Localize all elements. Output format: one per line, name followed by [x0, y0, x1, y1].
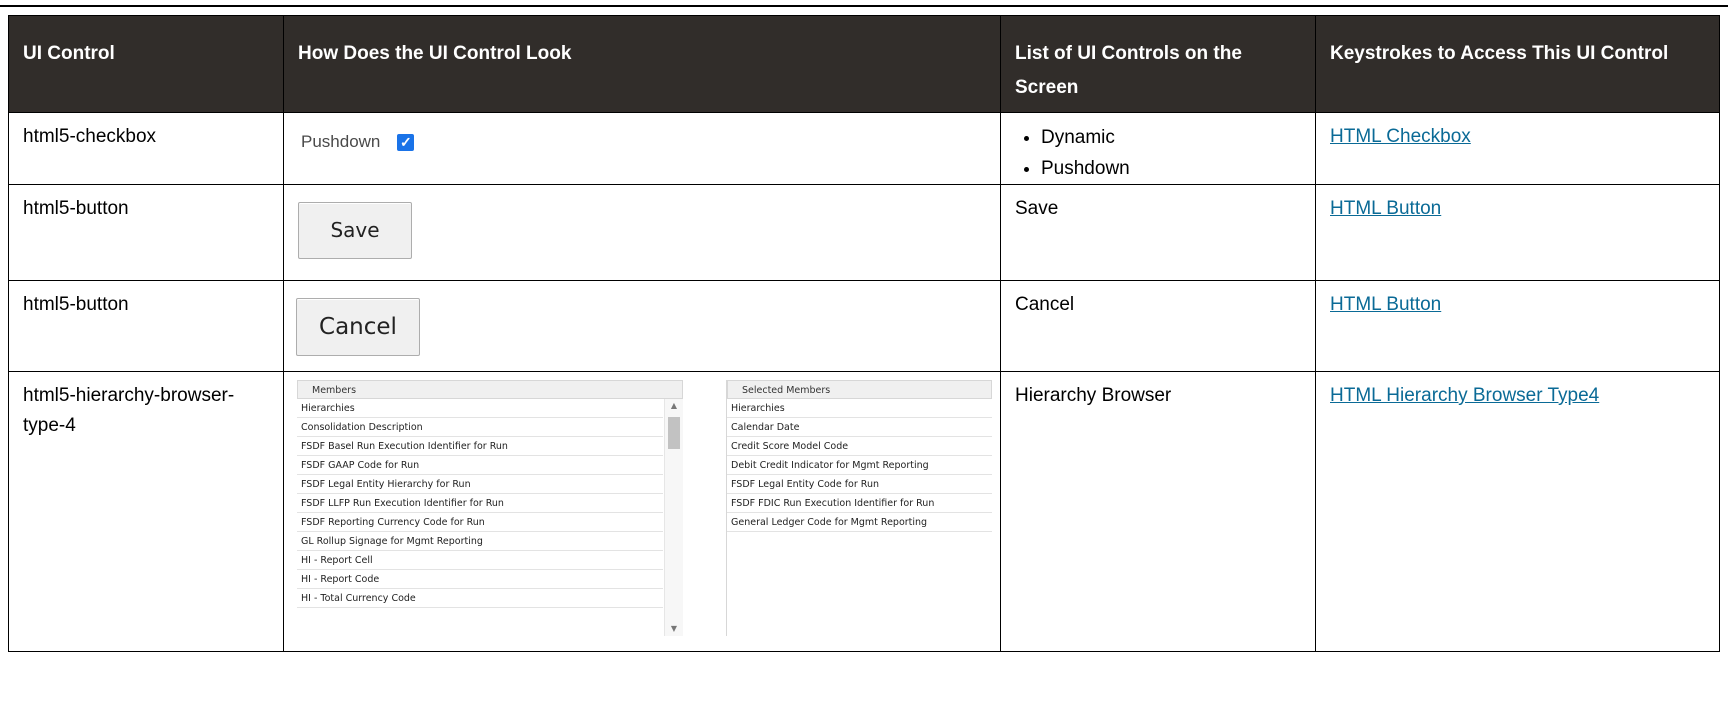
header-list-of-controls: List of UI Controls on the Screen — [1000, 15, 1316, 113]
scroll-up-icon[interactable]: ▲ — [665, 399, 683, 413]
checkbox-demo: Pushdown ✓ — [301, 127, 415, 157]
save-button[interactable]: Save — [298, 202, 412, 259]
list-item: Dynamic — [1041, 122, 1301, 153]
table-row: html5-button Cancel Cancel HTML Button — [8, 280, 1720, 372]
scroll-down-icon[interactable]: ▼ — [665, 622, 683, 636]
cancel-button[interactable]: Cancel — [296, 298, 420, 356]
header-keystrokes: Keystrokes to Access This UI Control — [1315, 15, 1720, 113]
control-list-cell: Hierarchy Browser — [1000, 371, 1316, 652]
list-item[interactable]: HI - Report Code — [297, 570, 663, 589]
keystroke-link[interactable]: HTML Hierarchy Browser Type4 — [1330, 385, 1599, 406]
keystroke-cell: HTML Button — [1315, 280, 1720, 372]
control-name-cell: html5-button — [8, 184, 284, 281]
control-name-cell: html5-hierarchy-browser-type-4 — [8, 371, 284, 652]
list-item[interactable]: Hierarchies — [297, 399, 663, 418]
list-item[interactable]: GL Rollup Signage for Mgmt Reporting — [297, 532, 663, 551]
control-list: Dynamic Pushdown — [1015, 122, 1301, 184]
control-list-cell: Dynamic Pushdown — [1000, 112, 1316, 185]
list-item[interactable]: Hierarchies — [727, 399, 992, 418]
table-header-row: UI Control How Does the UI Control Look … — [8, 15, 1720, 113]
control-name-cell: html5-button — [8, 280, 284, 372]
table-row: html5-checkbox Pushdown ✓ Dynamic Pushdo… — [8, 112, 1720, 185]
keystroke-cell: HTML Button — [1315, 184, 1720, 281]
keystroke-cell: HTML Checkbox — [1315, 112, 1720, 185]
list-item: Pushdown — [1041, 153, 1301, 184]
list-item[interactable]: FSDF Reporting Currency Code for Run — [297, 513, 663, 532]
keystroke-cell: HTML Hierarchy Browser Type4 — [1315, 371, 1720, 652]
control-preview-cell: Pushdown ✓ — [283, 112, 1001, 185]
table-row: html5-hierarchy-browser-type-4 Members H… — [8, 371, 1720, 652]
selected-members-header: Selected Members — [727, 380, 992, 399]
list-item[interactable]: FSDF Legal Entity Hierarchy for Run — [297, 475, 663, 494]
header-how-does-it-look: How Does the UI Control Look — [283, 15, 1001, 113]
list-item[interactable]: Calendar Date — [727, 418, 992, 437]
list-item[interactable]: Consolidation Description — [297, 418, 663, 437]
table-row: html5-button Save Save HTML Button — [8, 184, 1720, 281]
control-preview-cell: Save — [283, 184, 1001, 281]
ui-controls-table: UI Control How Does the UI Control Look … — [8, 15, 1720, 652]
members-scrollbar[interactable]: ▲ ▼ — [664, 399, 683, 636]
control-list-cell: Cancel — [1000, 280, 1316, 372]
keystroke-link[interactable]: HTML Button — [1330, 198, 1441, 219]
list-item[interactable]: FSDF Basel Run Execution Identifier for … — [297, 437, 663, 456]
list-item[interactable]: HI - Total Currency Code — [297, 589, 663, 608]
list-item[interactable]: FSDF FDIC Run Execution Identifier for R… — [727, 494, 992, 513]
top-rule — [0, 5, 1728, 7]
list-item[interactable]: FSDF GAAP Code for Run — [297, 456, 663, 475]
control-list-cell: Save — [1000, 184, 1316, 281]
list-item[interactable]: Debit Credit Indicator for Mgmt Reportin… — [727, 456, 992, 475]
list-item[interactable]: HI - Report Cell — [297, 551, 663, 570]
keystroke-link[interactable]: HTML Button — [1330, 294, 1441, 315]
list-item[interactable]: FSDF LLFP Run Execution Identifier for R… — [297, 494, 663, 513]
selected-members-panel: Selected Members Hierarchies Calendar Dat… — [726, 380, 992, 636]
checkbox-label: Pushdown — [301, 132, 381, 151]
control-name-cell: html5-checkbox — [8, 112, 284, 185]
control-preview-cell: Cancel — [283, 280, 1001, 372]
list-item[interactable]: General Ledger Code for Mgmt Reporting — [727, 513, 992, 532]
control-preview-cell: Members Hierarchies Consolidation Descrip… — [283, 371, 1001, 652]
members-list[interactable]: Hierarchies Consolidation Description FSDF… — [297, 399, 683, 608]
header-ui-control: UI Control — [8, 15, 284, 113]
list-item[interactable]: FSDF Legal Entity Code for Run — [727, 475, 992, 494]
selected-members-list[interactable]: Hierarchies Calendar Date Credit Score Mod… — [727, 399, 992, 532]
list-item[interactable]: Credit Score Model Code — [727, 437, 992, 456]
members-header: Members — [297, 380, 683, 399]
checkbox-checked-icon[interactable]: ✓ — [397, 133, 415, 151]
keystroke-link[interactable]: HTML Checkbox — [1330, 126, 1471, 147]
members-panel: Members Hierarchies Consolidation Descrip… — [297, 380, 683, 636]
scrollbar-thumb[interactable] — [668, 417, 680, 449]
